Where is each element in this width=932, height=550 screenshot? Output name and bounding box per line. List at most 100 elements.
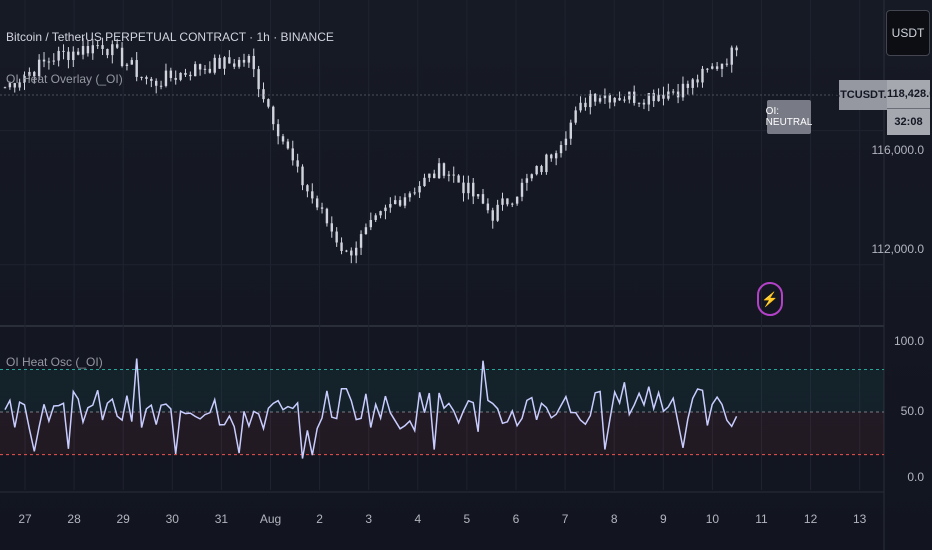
date-tick-label: 12	[803, 512, 818, 526]
candle-body	[442, 163, 446, 176]
candle-body	[403, 197, 407, 206]
candle-body	[452, 174, 455, 176]
date-tick-label: 3	[365, 512, 373, 526]
date-tick-label: 10	[705, 512, 720, 526]
candle-body	[374, 215, 377, 220]
candle-body	[359, 234, 363, 248]
candle-body	[613, 97, 616, 103]
candle-body	[637, 102, 641, 104]
candle-body	[628, 91, 631, 100]
candle-body	[150, 78, 153, 81]
candle-body	[550, 154, 553, 159]
candle-body	[145, 77, 148, 79]
candle-body	[476, 194, 480, 197]
candle-body	[481, 194, 485, 204]
candle-body	[174, 77, 177, 80]
candle-body	[711, 66, 714, 69]
candle-body	[247, 55, 251, 63]
candle-body	[545, 154, 548, 173]
candle-body	[47, 61, 51, 63]
candle-body	[135, 60, 138, 77]
date-tick-label: Aug	[259, 512, 282, 526]
date-tick-label: 30	[165, 512, 179, 526]
candle-body	[706, 68, 709, 70]
price-axis-label: 112,000.0	[871, 242, 925, 256]
candle-body	[447, 174, 451, 176]
chart-canvas[interactable]	[0, 0, 932, 550]
candle-body	[413, 192, 416, 194]
candle-body	[398, 200, 402, 206]
candle-body	[96, 45, 99, 47]
candle-body	[598, 98, 602, 102]
date-tick-label: 27	[18, 512, 32, 526]
last-price: 118,428.0	[887, 80, 932, 109]
candle-body	[237, 59, 241, 67]
candle-body	[540, 166, 543, 173]
candle-body	[91, 45, 94, 54]
candle-body	[730, 47, 733, 65]
candle-body	[189, 74, 192, 77]
candle-body	[525, 178, 529, 183]
candle-body	[354, 247, 358, 256]
lightning-icon[interactable]: ⚡	[757, 282, 783, 316]
candle-body	[657, 94, 660, 102]
date-tick-label: 29	[116, 512, 130, 526]
candle-body	[106, 48, 109, 56]
currency-button[interactable]: USDT	[886, 10, 930, 56]
candle-body	[579, 102, 582, 111]
candle-body	[491, 210, 494, 221]
candle-body	[345, 250, 348, 252]
overlay-indicator-label[interactable]: OI Heat Overlay (_OI)	[6, 72, 123, 86]
candle-body	[672, 91, 675, 93]
candle-body	[286, 141, 290, 149]
candle-body	[208, 68, 212, 73]
candle-body	[155, 80, 158, 86]
candle-body	[515, 196, 519, 204]
candle-body	[462, 182, 465, 194]
date-tick-label: 28	[67, 512, 81, 526]
candle-body	[262, 89, 265, 100]
candle-body	[306, 185, 309, 192]
candle-body	[681, 83, 685, 98]
candle-body	[720, 63, 724, 69]
candle-body	[472, 182, 475, 197]
candle-body	[623, 99, 626, 101]
candle-body	[184, 72, 187, 75]
candle-body	[642, 102, 646, 105]
candle-body	[428, 173, 431, 178]
osc-axis-label: 50.0	[900, 404, 924, 418]
candle-body	[364, 227, 368, 235]
candle-body	[233, 63, 236, 67]
last-price-tag: 118,428.0 32:08	[887, 80, 932, 135]
date-tick-label: 31	[214, 512, 229, 526]
candle-body	[301, 166, 304, 186]
candle-body	[281, 136, 285, 142]
candle-body	[715, 66, 719, 69]
candle-body	[42, 59, 46, 62]
candle-body	[276, 124, 280, 137]
chart-title: Bitcoin / TetherUS PERPETUAL CONTRACT · …	[6, 30, 334, 44]
candle-body	[76, 51, 80, 55]
candle-body	[120, 47, 124, 66]
candle-body	[101, 45, 104, 49]
candle-body	[696, 79, 699, 83]
date-tick-label: 9	[659, 512, 667, 526]
candle-body	[423, 177, 426, 187]
date-tick-label: 13	[853, 512, 867, 526]
candle-body	[296, 160, 299, 167]
candle-body	[291, 148, 294, 161]
candle-body	[194, 64, 197, 77]
candle-body	[701, 68, 704, 83]
oscillator-indicator-label[interactable]: OI Heat Osc (_OI)	[6, 355, 103, 369]
candle-body	[72, 51, 75, 61]
candle-body	[379, 211, 382, 216]
candle-body	[632, 91, 636, 103]
candle-body	[340, 242, 343, 252]
date-tick-label: 2	[316, 512, 323, 526]
candle-body	[589, 93, 592, 108]
price-axis-label: 116,000.0	[871, 143, 925, 157]
candle-body	[198, 64, 202, 70]
candle-body	[725, 63, 729, 65]
date-tick-label: 4	[414, 512, 422, 526]
candle-body	[564, 138, 568, 146]
